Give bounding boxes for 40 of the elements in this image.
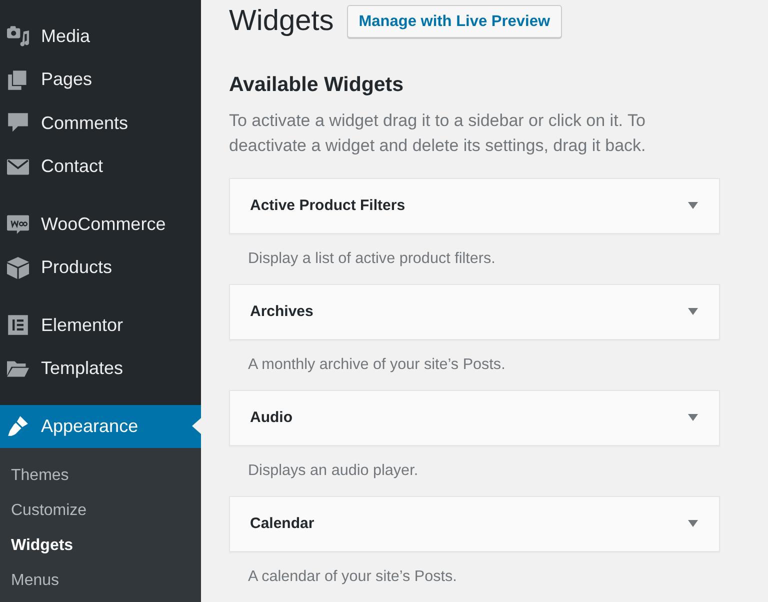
widget-description: A monthly archive of your site’s Posts.	[248, 354, 506, 374]
widget-title: Calendar	[250, 515, 314, 532]
widget-card[interactable]: Active Product Filters	[229, 178, 720, 234]
caret-down-icon[interactable]	[688, 414, 698, 421]
widget-description: Display a list of active product filters.	[248, 248, 496, 268]
widget-card[interactable]: Calendar	[229, 496, 720, 552]
page-title: Widgets	[229, 5, 334, 38]
menu-item[interactable]: Products	[0, 246, 201, 290]
speech-bubble-icon	[7, 112, 29, 134]
submenu-item[interactable]: Widgets	[0, 528, 74, 564]
section-heading: Available Widgets	[229, 72, 404, 97]
caret-down-icon[interactable]	[688, 308, 698, 315]
widget-title: Active Product Filters	[250, 197, 406, 214]
box-icon	[7, 256, 29, 279]
stacked-pages-icon	[7, 68, 29, 91]
live-preview-button[interactable]: Manage with Live Preview	[346, 5, 562, 38]
submenu-item[interactable]: Menus	[0, 563, 60, 599]
bubble-logo-icon	[7, 213, 29, 236]
widget-card[interactable]: Archives	[229, 284, 720, 340]
widget-card[interactable]: Audio	[229, 390, 720, 446]
menu-item[interactable]: WooCommerce	[0, 202, 201, 246]
widget-title: Audio	[250, 409, 292, 426]
menu-item[interactable]: Pages	[0, 58, 201, 102]
menu-item[interactable]: Contact	[0, 145, 201, 188]
paintbrush-icon	[7, 415, 29, 438]
submenu-item[interactable]: Customize	[0, 492, 87, 528]
section-description: To activate a widget drag it to a sidebar or click on it. To deactivate a widget and delete its settings, drag it back.	[229, 110, 647, 156]
submenu-item[interactable]: Themes	[0, 458, 69, 493]
widget-title: Archives	[250, 303, 314, 320]
widget-description: Displays an audio player.	[248, 460, 418, 480]
menu-item[interactable]: Templates	[0, 347, 201, 390]
camera-note-icon	[7, 25, 29, 48]
menu-item[interactable]: Comments	[0, 102, 201, 145]
square-logo-icon	[7, 314, 29, 336]
caret-down-icon[interactable]	[688, 202, 698, 209]
menu-item[interactable]: Appearance	[0, 404, 201, 448]
widget-description: A calendar of your site’s Posts.	[248, 566, 457, 586]
menu-item[interactable]: Media	[0, 14, 201, 58]
menu-item[interactable]: Elementor	[0, 304, 201, 347]
caret-down-icon[interactable]	[688, 520, 698, 527]
